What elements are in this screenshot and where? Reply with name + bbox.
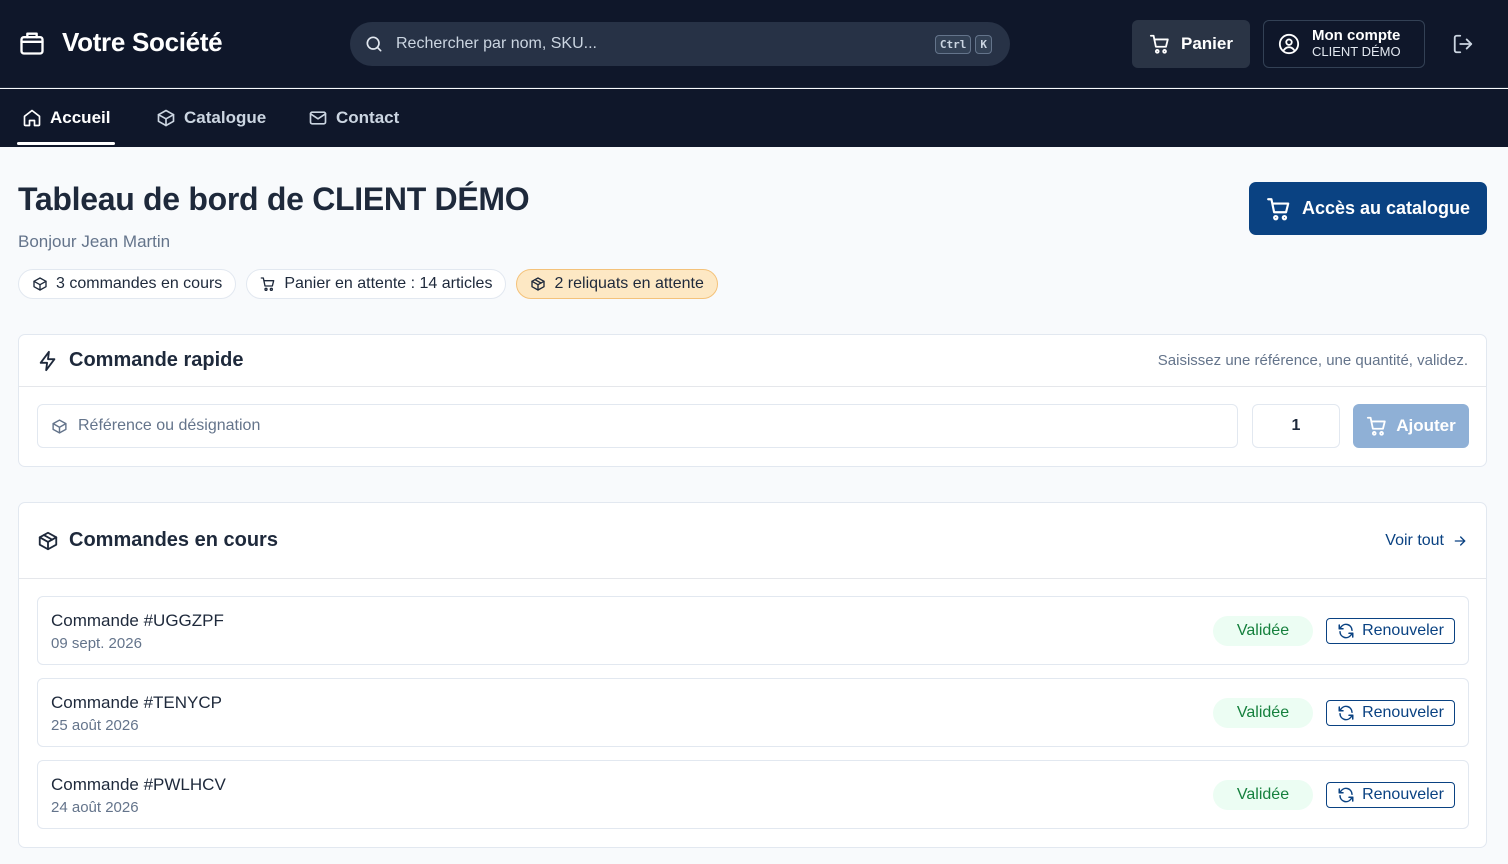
nav-item-label: Contact xyxy=(336,108,400,127)
order-name: Commande #UGGZPF xyxy=(51,611,224,630)
see-all-link[interactable]: Voir tout xyxy=(1385,532,1468,550)
cart-icon xyxy=(1266,196,1292,222)
search-input[interactable] xyxy=(396,35,919,53)
quick-order-title: Commande rapide xyxy=(69,349,244,371)
chip-pending-cart[interactable]: Panier en attente : 14 articles xyxy=(246,269,507,299)
store-icon xyxy=(18,29,46,57)
renew-button-label: Renouveler xyxy=(1362,622,1444,639)
greeting: Bonjour Jean Martin xyxy=(18,232,171,251)
nav-item-label: Catalogue xyxy=(184,108,267,127)
add-button-label: Ajouter xyxy=(1396,416,1456,435)
orders-title: Commandes en cours xyxy=(69,529,278,551)
nav-item-accueil[interactable]: Accueil xyxy=(16,89,116,147)
account-subtitle: CLIENT DÉMO xyxy=(1312,44,1401,59)
summary-chips: 3 commandes en cours Panier en attente :… xyxy=(18,269,718,299)
arrow-right-icon xyxy=(1452,533,1468,549)
search-icon xyxy=(364,34,384,54)
page-title: Tableau de bord de CLIENT DÉMO xyxy=(18,181,530,217)
order-date: 09 sept. 2026 xyxy=(51,635,142,652)
refresh-icon xyxy=(1337,786,1355,804)
nav-item-catalogue[interactable]: Catalogue xyxy=(156,89,266,147)
cart-button[interactable]: Panier xyxy=(1132,20,1250,68)
order-name: Commande #PWLHCV xyxy=(51,775,226,794)
account-title: Mon compte xyxy=(1312,27,1401,44)
nav-item-contact[interactable]: Contact xyxy=(308,89,399,147)
chip-backorders[interactable]: 2 reliquats en attente xyxy=(516,269,718,299)
mail-icon xyxy=(308,108,328,128)
package-icon xyxy=(37,530,59,552)
renew-button[interactable]: Renouveler xyxy=(1326,782,1455,808)
account-button[interactable]: Mon compte CLIENT DÉMO xyxy=(1263,20,1425,68)
renew-button[interactable]: Renouveler xyxy=(1326,700,1455,726)
package-icon xyxy=(32,276,48,292)
brand[interactable]: Votre Société xyxy=(18,27,223,58)
quantity-input[interactable] xyxy=(1252,404,1340,448)
renew-button-label: Renouveler xyxy=(1362,704,1444,721)
refresh-icon xyxy=(1337,622,1355,640)
orders-card: Commandes en cours Voir tout Commande #U… xyxy=(18,502,1487,848)
package-icon xyxy=(156,108,176,128)
boxes-icon xyxy=(530,276,546,292)
lightning-icon xyxy=(37,350,59,372)
shortcut-key-ctrl: Ctrl xyxy=(934,34,972,54)
reference-input[interactable] xyxy=(78,417,1237,435)
home-icon xyxy=(22,108,42,128)
quick-order-card: Commande rapide Saisissez une référence,… xyxy=(18,334,1487,467)
chip-label: 3 commandes en cours xyxy=(56,275,223,292)
catalogue-access-button[interactable]: Accès au catalogue xyxy=(1249,182,1487,235)
user-circle-icon xyxy=(1278,33,1300,55)
quick-order-hint: Saisissez une référence, une quantité, v… xyxy=(1157,352,1468,369)
chip-label: Panier en attente : 14 articles xyxy=(284,275,493,292)
nav-item-label: Accueil xyxy=(50,108,111,127)
order-name: Commande #TENYCP xyxy=(51,693,223,712)
refresh-icon xyxy=(1337,704,1355,722)
package-icon xyxy=(51,418,68,435)
shortcut-key-k: K xyxy=(975,34,992,54)
status-badge: Validée xyxy=(1213,780,1313,810)
cart-icon xyxy=(260,276,276,292)
brand-name: Votre Société xyxy=(62,27,223,57)
status-badge: Validée xyxy=(1213,698,1313,728)
chip-label: 2 reliquats en attente xyxy=(554,275,704,292)
add-button[interactable]: Ajouter xyxy=(1353,404,1469,448)
top-bar: Votre Société Ctrl K Panier Mon compte C… xyxy=(0,0,1508,88)
main-nav: Accueil Catalogue Contact xyxy=(0,89,1508,147)
logout-icon[interactable] xyxy=(1452,33,1474,55)
cart-icon xyxy=(1366,415,1388,437)
renew-button[interactable]: Renouveler xyxy=(1326,618,1455,644)
catalogue-access-label: Accès au catalogue xyxy=(1301,198,1471,218)
reference-field xyxy=(37,404,1238,448)
order-row[interactable]: Commande #UGGZPF 09 sept. 2026 Validée R… xyxy=(37,596,1469,665)
order-date: 25 août 2026 xyxy=(51,717,139,734)
chip-orders-in-progress[interactable]: 3 commandes en cours xyxy=(18,269,237,299)
cart-icon xyxy=(1149,33,1171,55)
order-date: 24 août 2026 xyxy=(51,799,139,816)
order-row[interactable]: Commande #PWLHCV 24 août 2026 Validée Re… xyxy=(37,760,1469,829)
order-row[interactable]: Commande #TENYCP 25 août 2026 Validée Re… xyxy=(37,678,1469,747)
search-bar: Ctrl K xyxy=(350,22,1010,66)
renew-button-label: Renouveler xyxy=(1362,786,1444,803)
see-all-label: Voir tout xyxy=(1385,531,1444,549)
cart-button-label: Panier xyxy=(1181,34,1233,53)
status-badge: Validée xyxy=(1213,616,1313,646)
